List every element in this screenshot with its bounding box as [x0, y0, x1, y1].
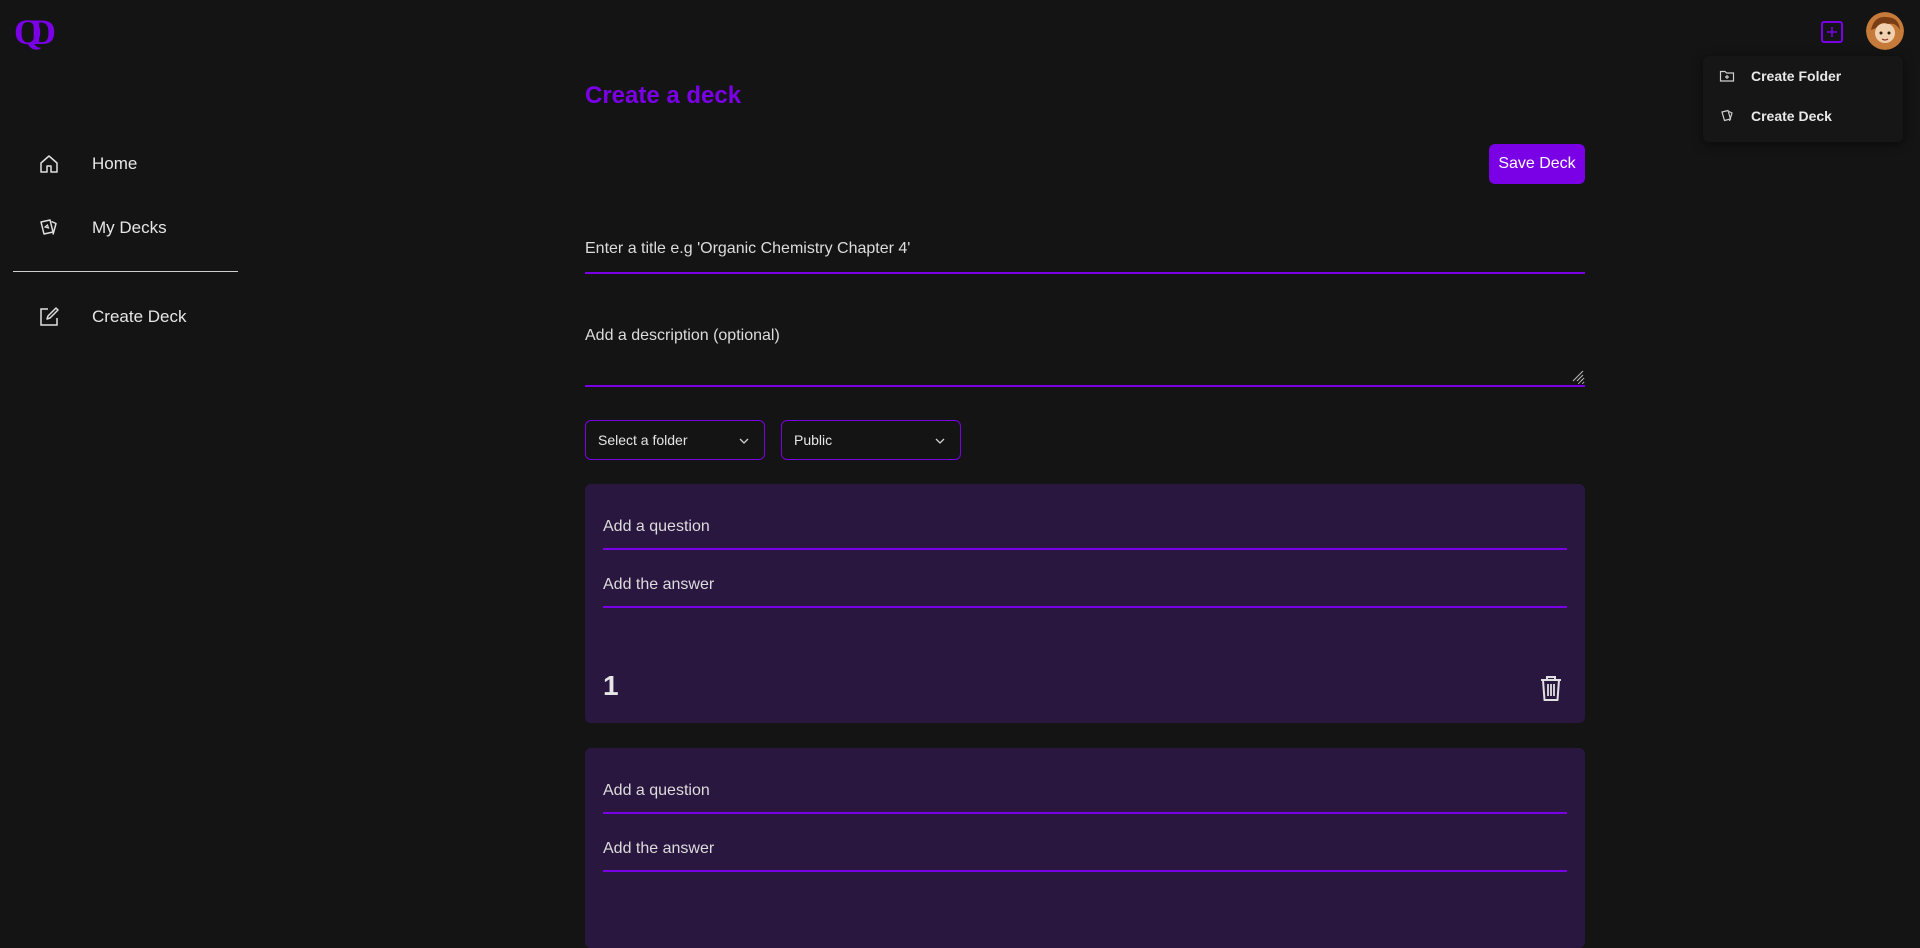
- menu-item-create-folder[interactable]: Create Folder: [1703, 56, 1903, 96]
- sidebar-item-label: Home: [92, 154, 138, 173]
- menu-item-label: Create Deck: [1751, 108, 1832, 124]
- sidebar-item-label: Create Deck: [92, 307, 187, 326]
- chevron-down-icon: [739, 438, 749, 444]
- flashcard: 1: [585, 484, 1585, 723]
- sidebar-item-label: My Decks: [92, 218, 167, 237]
- create-dropdown-menu: Create Folder Create Deck: [1703, 56, 1903, 142]
- add-button[interactable]: [1821, 21, 1843, 43]
- question-input[interactable]: [603, 506, 1567, 550]
- folder-select[interactable]: Select a folder: [585, 420, 765, 460]
- sidebar-item-home[interactable]: Home: [38, 149, 137, 179]
- trash-icon[interactable]: [1539, 674, 1563, 702]
- folder-select-value: Select a folder: [598, 432, 688, 448]
- folder-plus-icon: [1719, 70, 1735, 82]
- chevron-down-icon: [935, 438, 945, 444]
- flashcard: [585, 748, 1585, 948]
- deck-description-input[interactable]: [585, 318, 1585, 387]
- menu-item-label: Create Folder: [1751, 68, 1842, 84]
- home-icon: [40, 155, 58, 173]
- question-input[interactable]: [603, 770, 1567, 814]
- sidebar-item-my-decks[interactable]: My Decks: [38, 213, 167, 243]
- answer-input[interactable]: [603, 564, 1567, 608]
- cards-icon: [40, 219, 57, 235]
- save-deck-button[interactable]: Save Deck: [1489, 144, 1585, 184]
- plus-icon: [1827, 27, 1837, 37]
- answer-input[interactable]: [603, 828, 1567, 872]
- avatar-image: [1866, 12, 1904, 50]
- page-title: Create a deck: [585, 82, 742, 109]
- svg-text:D: D: [30, 12, 56, 52]
- resize-handle-icon[interactable]: [1570, 368, 1584, 382]
- logo[interactable]: Q D: [14, 12, 64, 52]
- visibility-select[interactable]: Public: [781, 420, 961, 460]
- menu-item-create-deck[interactable]: Create Deck: [1703, 96, 1903, 136]
- edit-icon: [40, 307, 59, 326]
- cards-icon: [1721, 109, 1733, 122]
- sidebar-divider: [13, 271, 238, 272]
- deck-title-input[interactable]: [585, 226, 1585, 274]
- avatar[interactable]: [1866, 12, 1904, 50]
- visibility-select-value: Public: [794, 432, 833, 448]
- card-number: 1: [603, 670, 619, 701]
- sidebar-item-create-deck[interactable]: Create Deck: [38, 302, 186, 332]
